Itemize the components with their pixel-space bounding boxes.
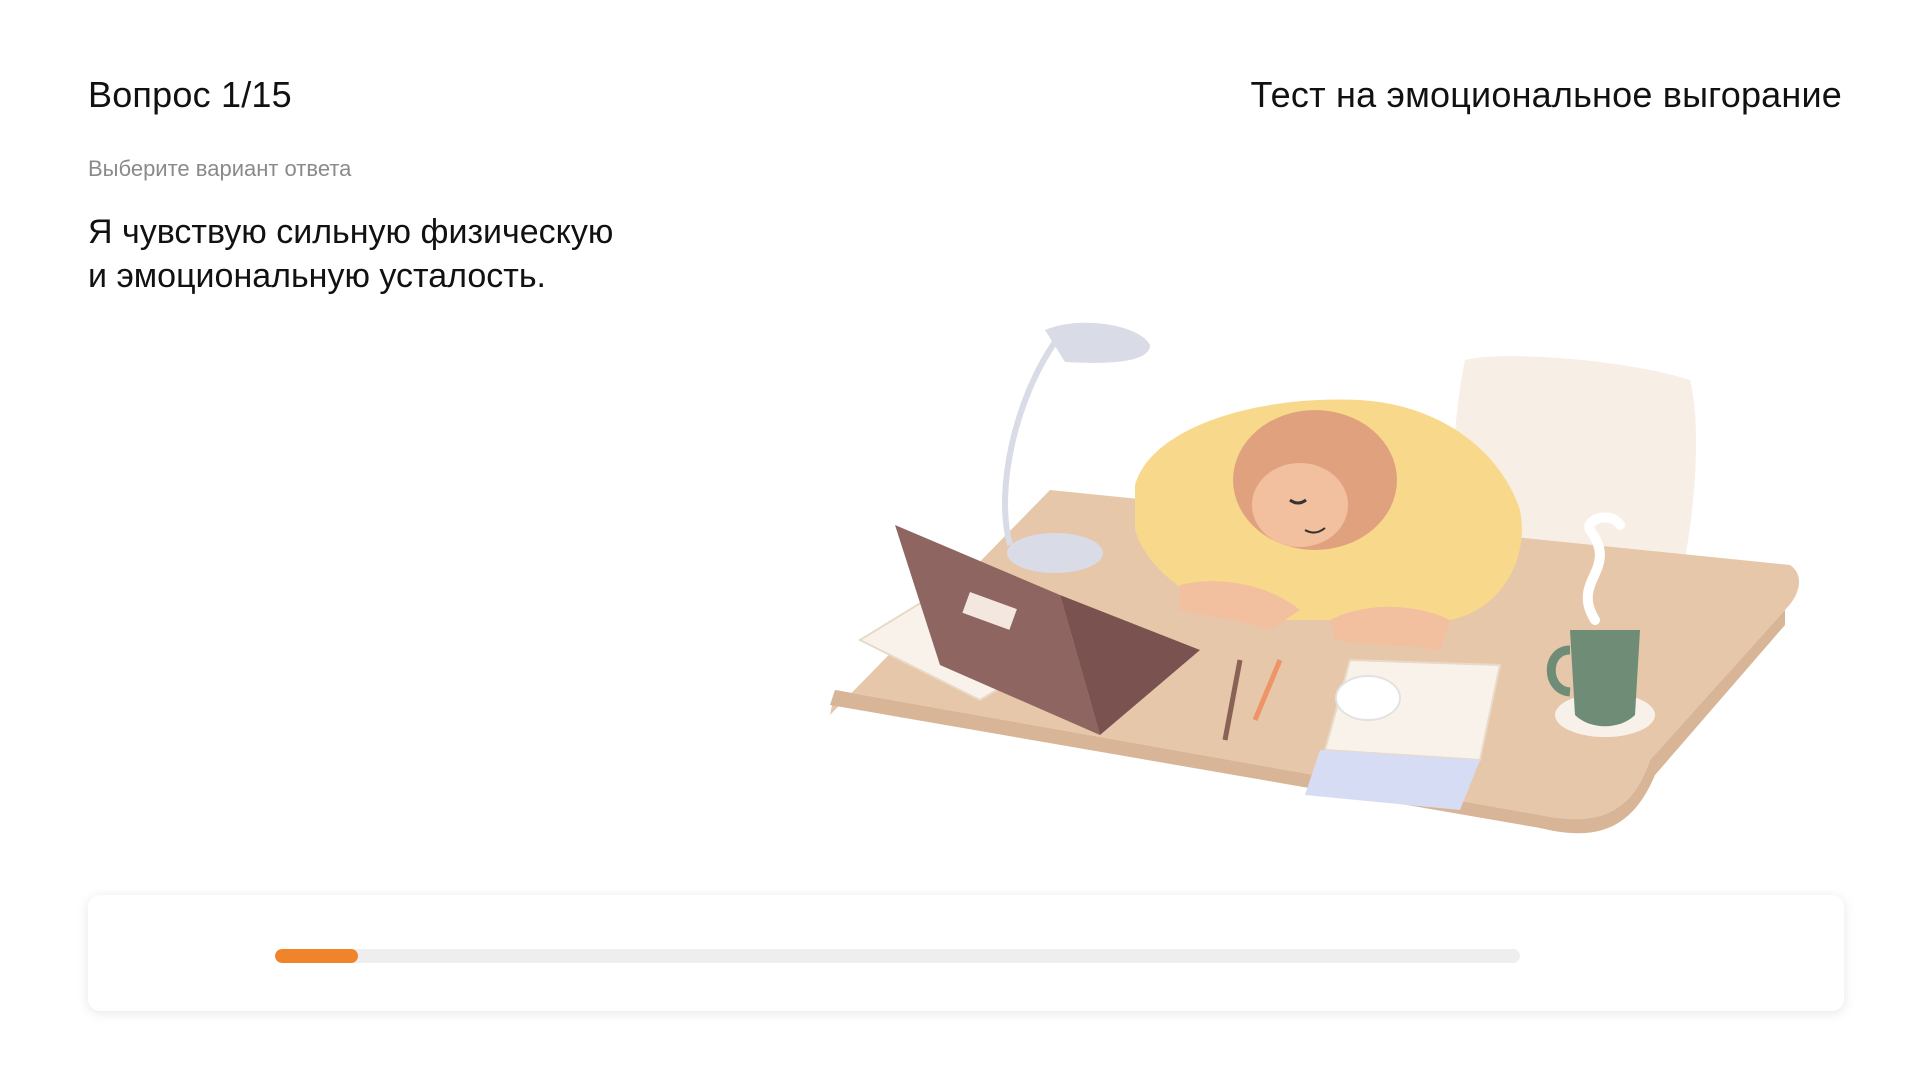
- test-title: Тест на эмоциональное выгорание: [1250, 74, 1842, 115]
- progress-panel: [88, 895, 1844, 1011]
- question-counter: Вопрос 1/15: [88, 74, 292, 115]
- progress-bar-fill: [275, 949, 359, 963]
- quiz-page: Вопрос 1/15 Тест на эмоциональное выгора…: [0, 0, 1920, 1080]
- progress-bar: [275, 949, 1520, 963]
- question-line: Я чувствую сильную физическую: [88, 213, 614, 251]
- question-text: Я чувствую сильную физическую и эмоциона…: [88, 210, 788, 298]
- answer-hint: Выберите вариант ответа: [88, 156, 352, 181]
- question-line: и эмоциональную усталость.: [88, 257, 546, 295]
- tired-person-illustration: [830, 322, 1800, 834]
